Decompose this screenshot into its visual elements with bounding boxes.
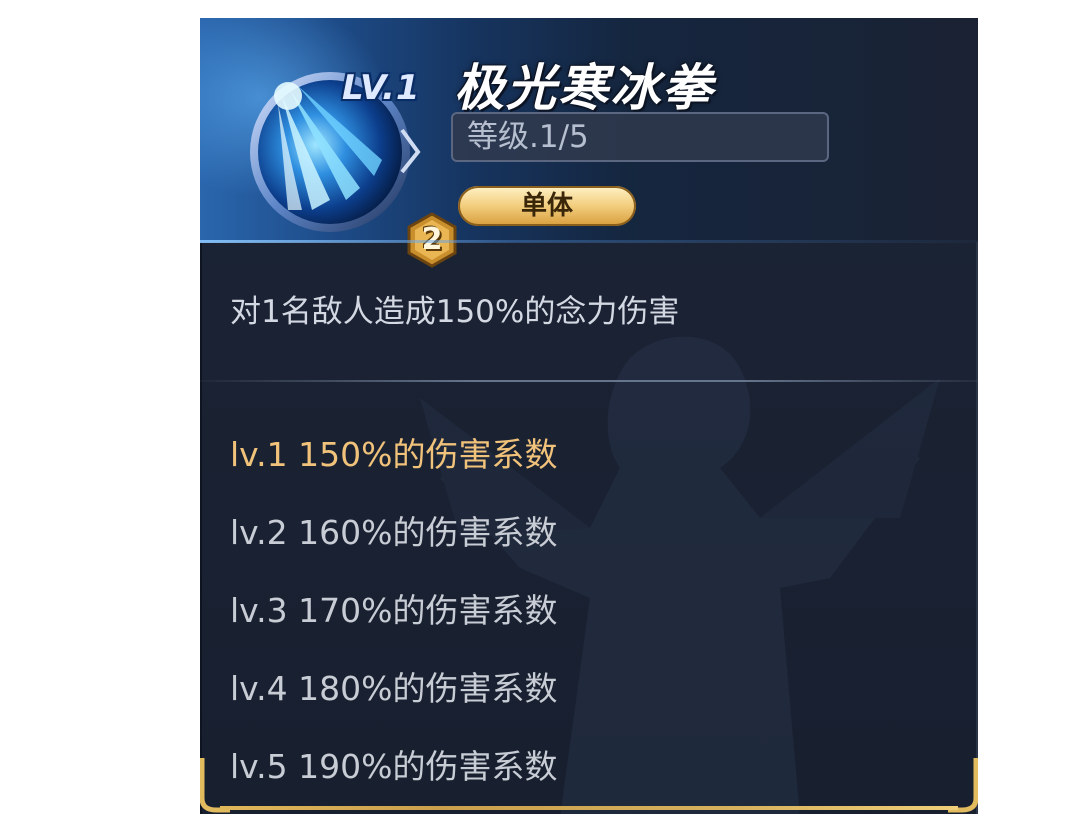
level-row-1: lv.1 150%的伤害系数 [230,435,558,474]
level-row-4: lv.4 180%的伤害系数 [230,669,558,708]
level-row-5: lv.5 190%的伤害系数 [230,747,558,786]
skill-detail-panel: LV.1 2 极光寒冰拳 等级.1/5 单体 对1名敌人造成150%的念力伤害 … [200,18,978,814]
gold-frame-bottom [220,806,958,810]
level-row-2: lv.2 160%的伤害系数 [230,513,558,552]
level-row-3: lv.3 170%的伤害系数 [230,591,558,630]
level-scaling-list: lv.1 150%的伤害系数 lv.2 160%的伤害系数 lv.3 170%的… [230,18,930,814]
